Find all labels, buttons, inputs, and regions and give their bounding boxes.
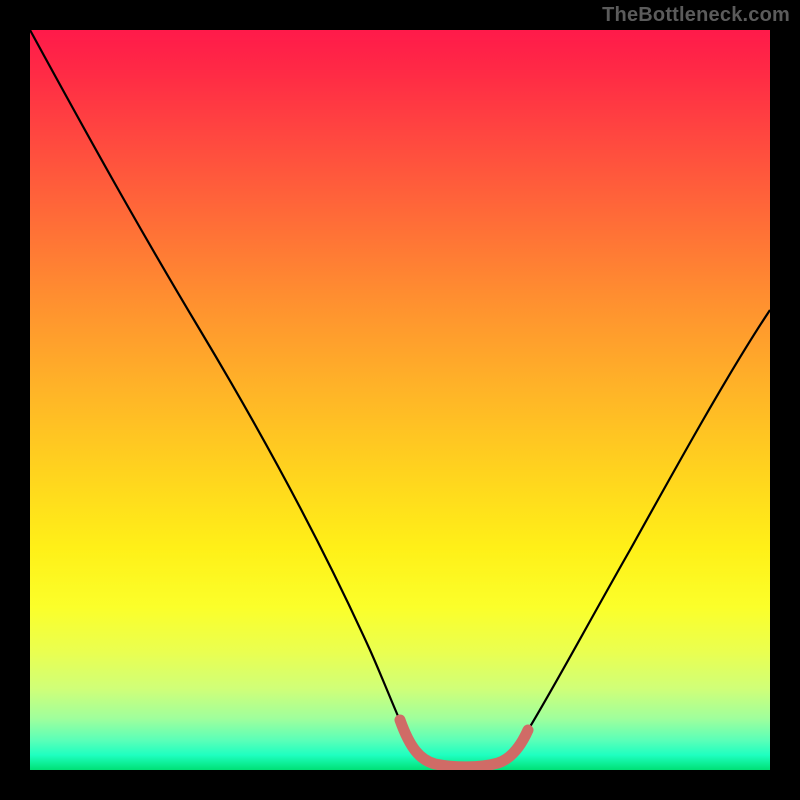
chart-frame: TheBottleneck.com (0, 0, 800, 800)
watermark-text: TheBottleneck.com (602, 4, 790, 27)
curve-layer (30, 30, 770, 770)
optimal-band (400, 720, 528, 767)
bottleneck-curve (30, 30, 770, 766)
plot-area (30, 30, 770, 770)
